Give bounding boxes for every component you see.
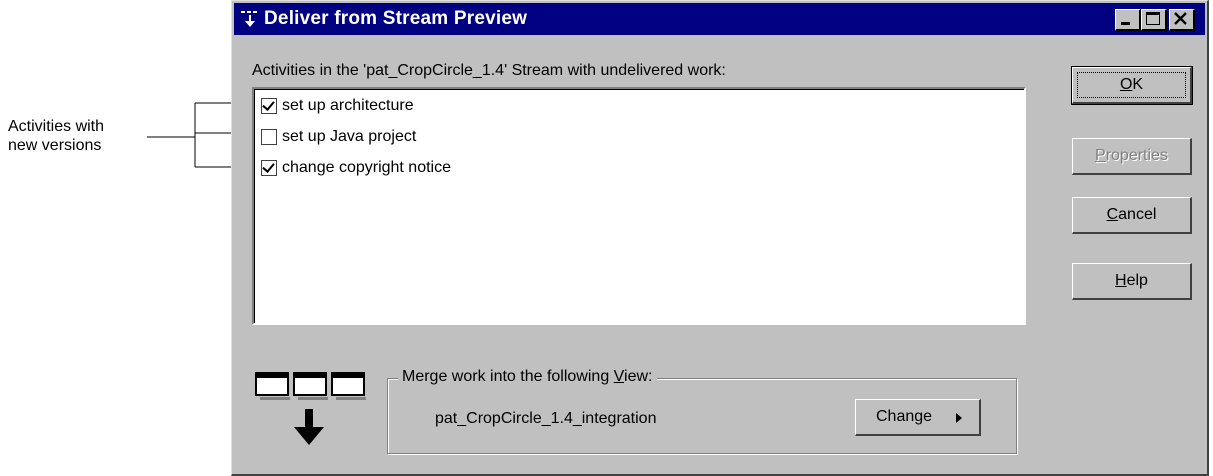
merge-view-group: Merge work into the following View: pat_… — [387, 368, 1017, 454]
ok-button[interactable]: OK — [1071, 66, 1193, 105]
maximize-icon — [1146, 12, 1160, 25]
dialog-window: Deliver from Stream Preview Activities i… — [231, 0, 1209, 476]
list-item-label: set up Java project — [282, 128, 417, 145]
cancel-button[interactable]: Cancel — [1072, 197, 1192, 234]
list-item-label: change copyright notice — [282, 159, 451, 176]
close-button[interactable] — [1169, 9, 1195, 31]
list-item-label: set up architecture — [282, 97, 414, 114]
minimize-icon — [1121, 22, 1130, 25]
merge-view-legend: Merge work into the following View: — [398, 368, 657, 386]
checkbox-checked[interactable] — [261, 98, 277, 114]
checkbox-unchecked[interactable] — [261, 129, 277, 145]
close-icon — [1174, 12, 1187, 25]
callout-leader-lines — [147, 102, 255, 168]
maximize-button[interactable] — [1141, 9, 1167, 31]
view-name: pat_CropCircle_1.4_integration — [435, 410, 657, 427]
window-title: Deliver from Stream Preview — [264, 8, 528, 29]
activities-label: Activities in the 'pat_CropCircle_1.4' S… — [252, 62, 726, 79]
title-bar[interactable]: Deliver from Stream Preview — [234, 3, 1205, 35]
change-button[interactable]: Change — [855, 399, 981, 436]
stream-icon — [240, 9, 260, 34]
merge-views-icon — [255, 372, 366, 445]
activities-list[interactable]: set up architecture set up Java project ch… — [252, 87, 1026, 325]
properties-button[interactable]: Properties — [1072, 138, 1192, 175]
checkbox-checked[interactable] — [261, 160, 277, 176]
help-button[interactable]: Help — [1072, 263, 1192, 300]
minimize-button[interactable] — [1115, 9, 1141, 31]
arrow-right-icon — [956, 413, 962, 423]
